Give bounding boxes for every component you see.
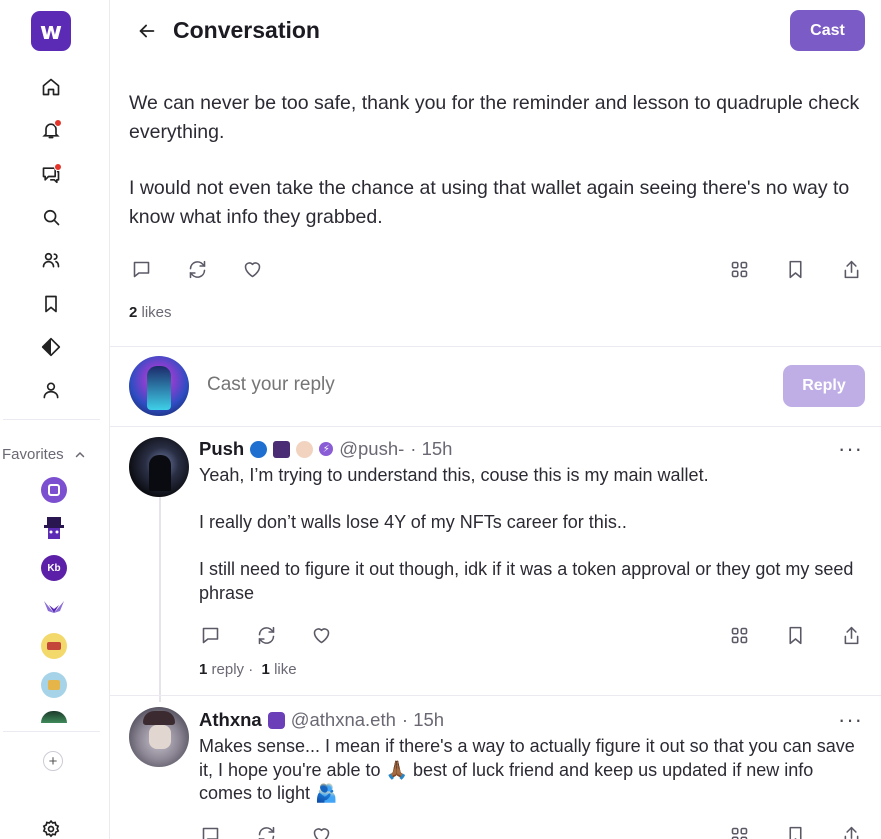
fav-channel-3-label: Kb: [47, 562, 61, 574]
notifications-bell-icon[interactable]: [39, 118, 63, 142]
reply-button[interactable]: Reply: [783, 365, 865, 407]
share-icon[interactable]: [839, 823, 863, 839]
fav-channel-1[interactable]: [41, 477, 67, 503]
comment-meta: 1 reply · 1 like: [199, 661, 297, 678]
recast-icon[interactable]: [185, 257, 209, 281]
reply-input[interactable]: [207, 374, 767, 396]
share-icon[interactable]: [839, 623, 863, 647]
push-avatar[interactable]: [129, 437, 189, 497]
comment-paragraph: Yeah, I’m trying to understand this, cou…: [199, 465, 709, 485]
pinching-hand-emoji: [296, 440, 314, 458]
grid-apps-icon[interactable]: [727, 623, 751, 647]
carousel-icon: [47, 642, 61, 650]
share-icon[interactable]: [839, 257, 863, 281]
divider: [110, 695, 881, 696]
fav-channel-4[interactable]: [41, 594, 67, 620]
hat-character-icon: [44, 517, 64, 539]
likes-number[interactable]: 1: [262, 661, 270, 678]
like-heart-icon[interactable]: [309, 823, 333, 839]
replies-number[interactable]: 1: [199, 661, 207, 678]
author-handle[interactable]: @athxna.eth: [291, 709, 396, 731]
replies-label[interactable]: reply ·: [212, 661, 254, 678]
search-icon[interactable]: [39, 205, 63, 229]
thread-line: [159, 497, 161, 702]
blue-circle-emoji: [250, 440, 268, 458]
settings-gear-icon[interactable]: [39, 817, 63, 839]
wings-icon: [44, 601, 64, 613]
favorites-label: Favorites: [2, 446, 64, 463]
divider: [110, 426, 881, 427]
notification-dot: [54, 119, 62, 127]
more-options-icon[interactable]: ···: [838, 436, 863, 462]
grid-apps-icon[interactable]: [727, 823, 751, 839]
main-cast-paragraph: I would not even take the chance at usin…: [129, 177, 850, 228]
favorites-toggle[interactable]: Favorites: [2, 446, 86, 463]
sidebar-divider-2: [3, 731, 100, 732]
back-arrow-icon[interactable]: [136, 20, 158, 42]
comment-body: Yeah, I’m trying to understand this, cou…: [199, 464, 864, 605]
timestamp: · 15h: [410, 438, 453, 459]
fav-channel-6[interactable]: [41, 672, 67, 698]
comment-icon[interactable]: [129, 257, 153, 281]
comment-header: Athxna @athxna.eth · 15h: [199, 709, 444, 731]
comment-paragraph: I really don’t walls lose 4Y of my NFTs …: [199, 512, 627, 532]
current-user-avatar: [129, 356, 189, 416]
comment-header: Push ⚡ @push- · 15h: [199, 438, 452, 460]
diamond-icon[interactable]: [39, 335, 63, 359]
like-heart-icon[interactable]: [309, 623, 333, 647]
sidebar: w Favorites Kb +: [0, 0, 110, 839]
grid-apps-icon[interactable]: [727, 257, 751, 281]
likes-number: 2: [129, 304, 138, 321]
messages-icon[interactable]: [39, 162, 63, 186]
comment-icon[interactable]: [198, 823, 222, 839]
likes-count[interactable]: 2 likes: [129, 304, 172, 321]
more-options-icon[interactable]: ···: [838, 707, 863, 733]
author-name[interactable]: Athxna: [199, 709, 262, 731]
cat-emoji: [267, 711, 285, 729]
messages-dot: [54, 163, 62, 171]
app-logo[interactable]: w: [31, 11, 71, 51]
building-icon: [48, 680, 60, 690]
comment-paragraph: I still need to figure it out though, id…: [199, 559, 854, 603]
square-icon: [48, 484, 60, 496]
page-title: Conversation: [173, 17, 320, 43]
likes-label: likes: [141, 304, 172, 321]
bookmark-icon[interactable]: [783, 623, 807, 647]
fav-channel-2[interactable]: [41, 516, 67, 542]
fav-channel-7[interactable]: [41, 711, 67, 723]
profile-icon[interactable]: [39, 378, 63, 402]
recast-icon[interactable]: [254, 823, 278, 839]
power-badge-icon: ⚡: [319, 442, 334, 456]
add-favorite-button[interactable]: +: [43, 751, 63, 771]
main-cast-paragraph: We can never be too safe, thank you for …: [129, 92, 860, 143]
recast-icon[interactable]: [254, 623, 278, 647]
likes-label[interactable]: like: [274, 661, 297, 678]
comment-body: Makes sense... I mean if there's a way t…: [199, 735, 864, 806]
timestamp: · 15h: [401, 709, 445, 730]
top-hat-emoji: [273, 440, 291, 458]
cast-button[interactable]: Cast: [790, 10, 865, 51]
comment-paragraph: Makes sense... I mean if there's a way t…: [199, 736, 855, 803]
home-icon[interactable]: [39, 75, 63, 99]
athxna-avatar[interactable]: [129, 707, 189, 767]
author-name[interactable]: Push: [199, 438, 244, 460]
users-icon[interactable]: [39, 248, 63, 272]
divider: [110, 346, 881, 347]
fav-channel-5[interactable]: [41, 633, 67, 659]
chevron-up-icon: [75, 451, 84, 457]
bookmarks-icon[interactable]: [39, 292, 63, 316]
sidebar-divider: [3, 419, 100, 420]
bookmark-icon[interactable]: [783, 257, 807, 281]
bookmark-icon[interactable]: [783, 823, 807, 839]
fav-channel-3[interactable]: Kb: [41, 555, 67, 581]
main-cast-text: We can never be too safe, thank you for …: [129, 89, 864, 231]
like-heart-icon[interactable]: [240, 257, 264, 281]
author-handle[interactable]: @push-: [339, 438, 404, 460]
comment-icon[interactable]: [198, 623, 222, 647]
